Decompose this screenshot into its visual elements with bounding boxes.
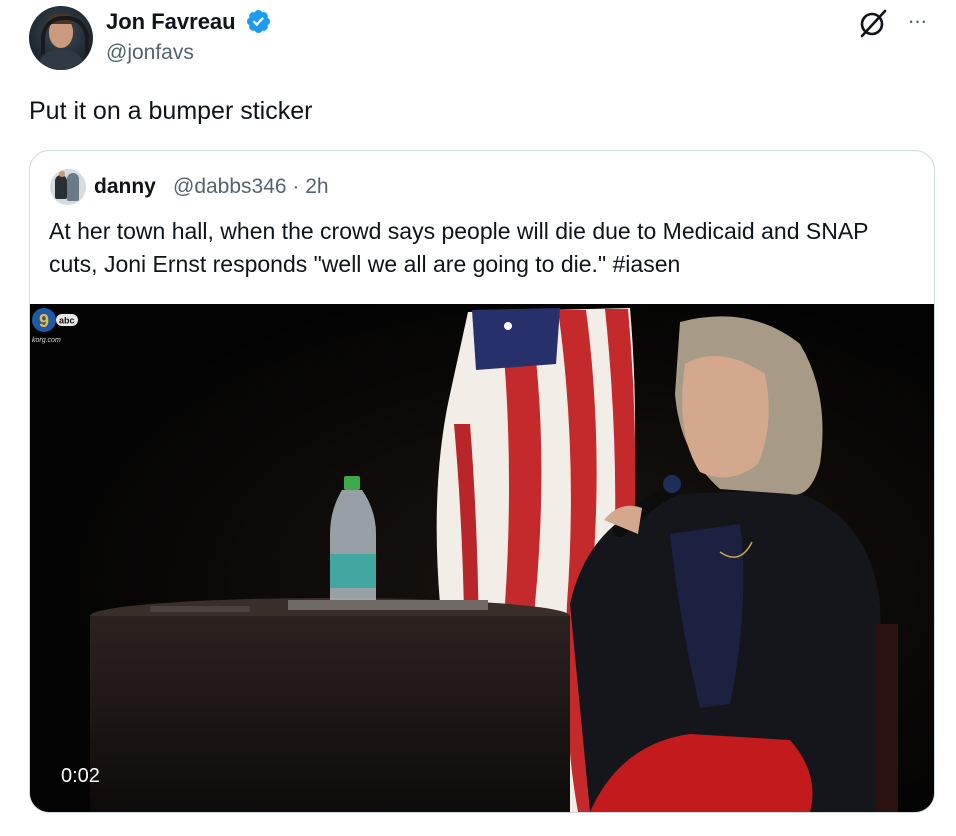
author-avatar[interactable] (29, 6, 93, 70)
author-handle[interactable]: @jonfavs (106, 40, 194, 66)
grok-icon[interactable] (856, 6, 890, 40)
verified-badge-icon (246, 9, 271, 34)
svg-text:abc: abc (59, 316, 75, 326)
video-player[interactable]: 0:02 9 abc korg.com (30, 304, 934, 812)
quoted-tweet-text: At her town hall, when the crowd says pe… (49, 218, 869, 277)
tweet-text: Put it on a bumper sticker (29, 97, 313, 125)
video-frame (30, 304, 934, 812)
quoted-author-handle-time[interactable]: @dabbs346 · 2h (173, 174, 329, 200)
video-timestamp: 0:02 (61, 765, 100, 787)
tweet: Jon Favreau @jonfavs ··· Put it on a bum… (0, 0, 956, 836)
svg-text:korg.com: korg.com (32, 337, 61, 344)
author-display-name[interactable]: Jon Favreau (106, 8, 236, 36)
quoted-tweet[interactable]: danny @dabbs346 · 2h At her town hall, w… (29, 150, 935, 813)
svg-text:9: 9 (39, 311, 49, 331)
quoted-author-display-name[interactable]: danny (94, 174, 156, 200)
more-options-icon[interactable]: ··· (902, 8, 932, 34)
quoted-author-avatar[interactable] (50, 169, 86, 205)
abc-korg-watermark-logo: 9 abc korg.com (32, 308, 78, 344)
table (90, 598, 570, 812)
